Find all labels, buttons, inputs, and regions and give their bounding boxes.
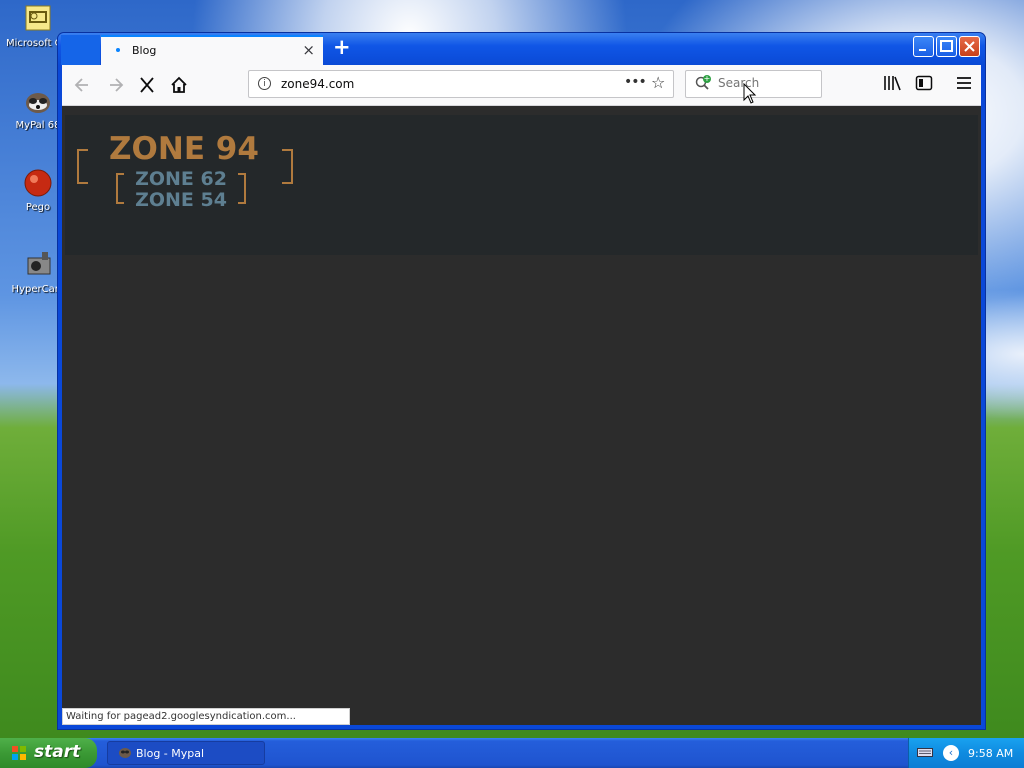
minimize-button[interactable] [913, 36, 934, 57]
tab-title: Blog [132, 44, 157, 57]
arrow-right-icon [110, 78, 124, 92]
tab-favicon-icon [116, 48, 120, 52]
mouse-cursor-icon [743, 83, 757, 104]
hamburger-menu-icon [957, 77, 971, 89]
tab-close-icon[interactable]: × [302, 41, 315, 59]
taskbar: start Blog - Mypal ‹ 9:58 AM [0, 738, 1024, 768]
tab-strip-spacer [61, 35, 100, 65]
logo-main-text: ZONE 94 [109, 133, 259, 167]
arrow-left-icon [74, 78, 88, 92]
close-icon [964, 41, 975, 52]
outlook-icon [22, 4, 54, 36]
sidebar-icon [915, 75, 933, 91]
start-label: start [34, 742, 81, 762]
tab-blog[interactable]: Blog × [101, 35, 323, 65]
site-header: ZONE 94 ZONE 62 ZONE 54 [65, 115, 978, 255]
menu-button[interactable] [952, 73, 976, 97]
url-bar[interactable]: i zone94.com ••• ☆ [248, 70, 674, 98]
site-logo[interactable]: ZONE 94 ZONE 62 ZONE 54 [76, 133, 294, 215]
library-icon [884, 76, 901, 91]
nav-toolbar: i zone94.com ••• ☆ + [62, 65, 981, 106]
close-window-button[interactable] [959, 36, 980, 57]
taskbar-item-label: Blog - Mypal [136, 747, 205, 760]
minimize-icon [919, 49, 926, 51]
start-button[interactable]: start [0, 738, 97, 768]
clock: 9:58 AM [968, 747, 1014, 760]
forward-button[interactable] [104, 73, 128, 97]
url-text[interactable]: zone94.com [281, 77, 354, 91]
home-icon [171, 76, 187, 93]
page-actions-icon[interactable]: ••• [624, 74, 647, 90]
new-tab-button[interactable]: + [333, 35, 351, 59]
hypercam-icon [22, 250, 54, 282]
maximize-button[interactable] [936, 36, 957, 57]
sidebar-button[interactable] [912, 73, 936, 97]
windows-flag-icon [12, 746, 26, 760]
taskbar-item-blog[interactable]: Blog - Mypal [107, 741, 265, 765]
pego-icon [22, 168, 54, 200]
stop-button[interactable] [135, 73, 159, 97]
logo-sub-text-2: ZONE 54 [135, 189, 227, 211]
site-info-icon[interactable]: i [258, 77, 271, 90]
browser-window: Blog × + i zone94.com ••• ☆ + Search ZON… [58, 33, 985, 729]
status-bar: Waiting for pagead2.googlesyndication.co… [62, 708, 350, 725]
mypal-raccoon-icon [118, 746, 132, 763]
mypal-raccoon-icon [22, 86, 54, 118]
stop-x-icon [140, 77, 154, 93]
home-button[interactable] [167, 73, 191, 97]
logo-sub-text-1: ZONE 62 [135, 168, 227, 190]
back-button[interactable] [70, 73, 94, 97]
tray-expand-icon[interactable]: ‹ [943, 745, 959, 761]
search-input[interactable] [716, 75, 820, 91]
page-content: ZONE 94 ZONE 62 ZONE 54 Waiting for page… [62, 106, 981, 725]
maximize-icon [940, 40, 953, 52]
system-tray: ‹ 9:58 AM [908, 738, 1024, 768]
bookmark-star-icon[interactable]: ☆ [651, 73, 665, 92]
add-search-engine-icon: + [703, 74, 711, 83]
library-button[interactable] [880, 73, 904, 97]
keyboard-icon[interactable] [917, 746, 933, 761]
title-bar[interactable]: Blog × + [58, 33, 985, 65]
